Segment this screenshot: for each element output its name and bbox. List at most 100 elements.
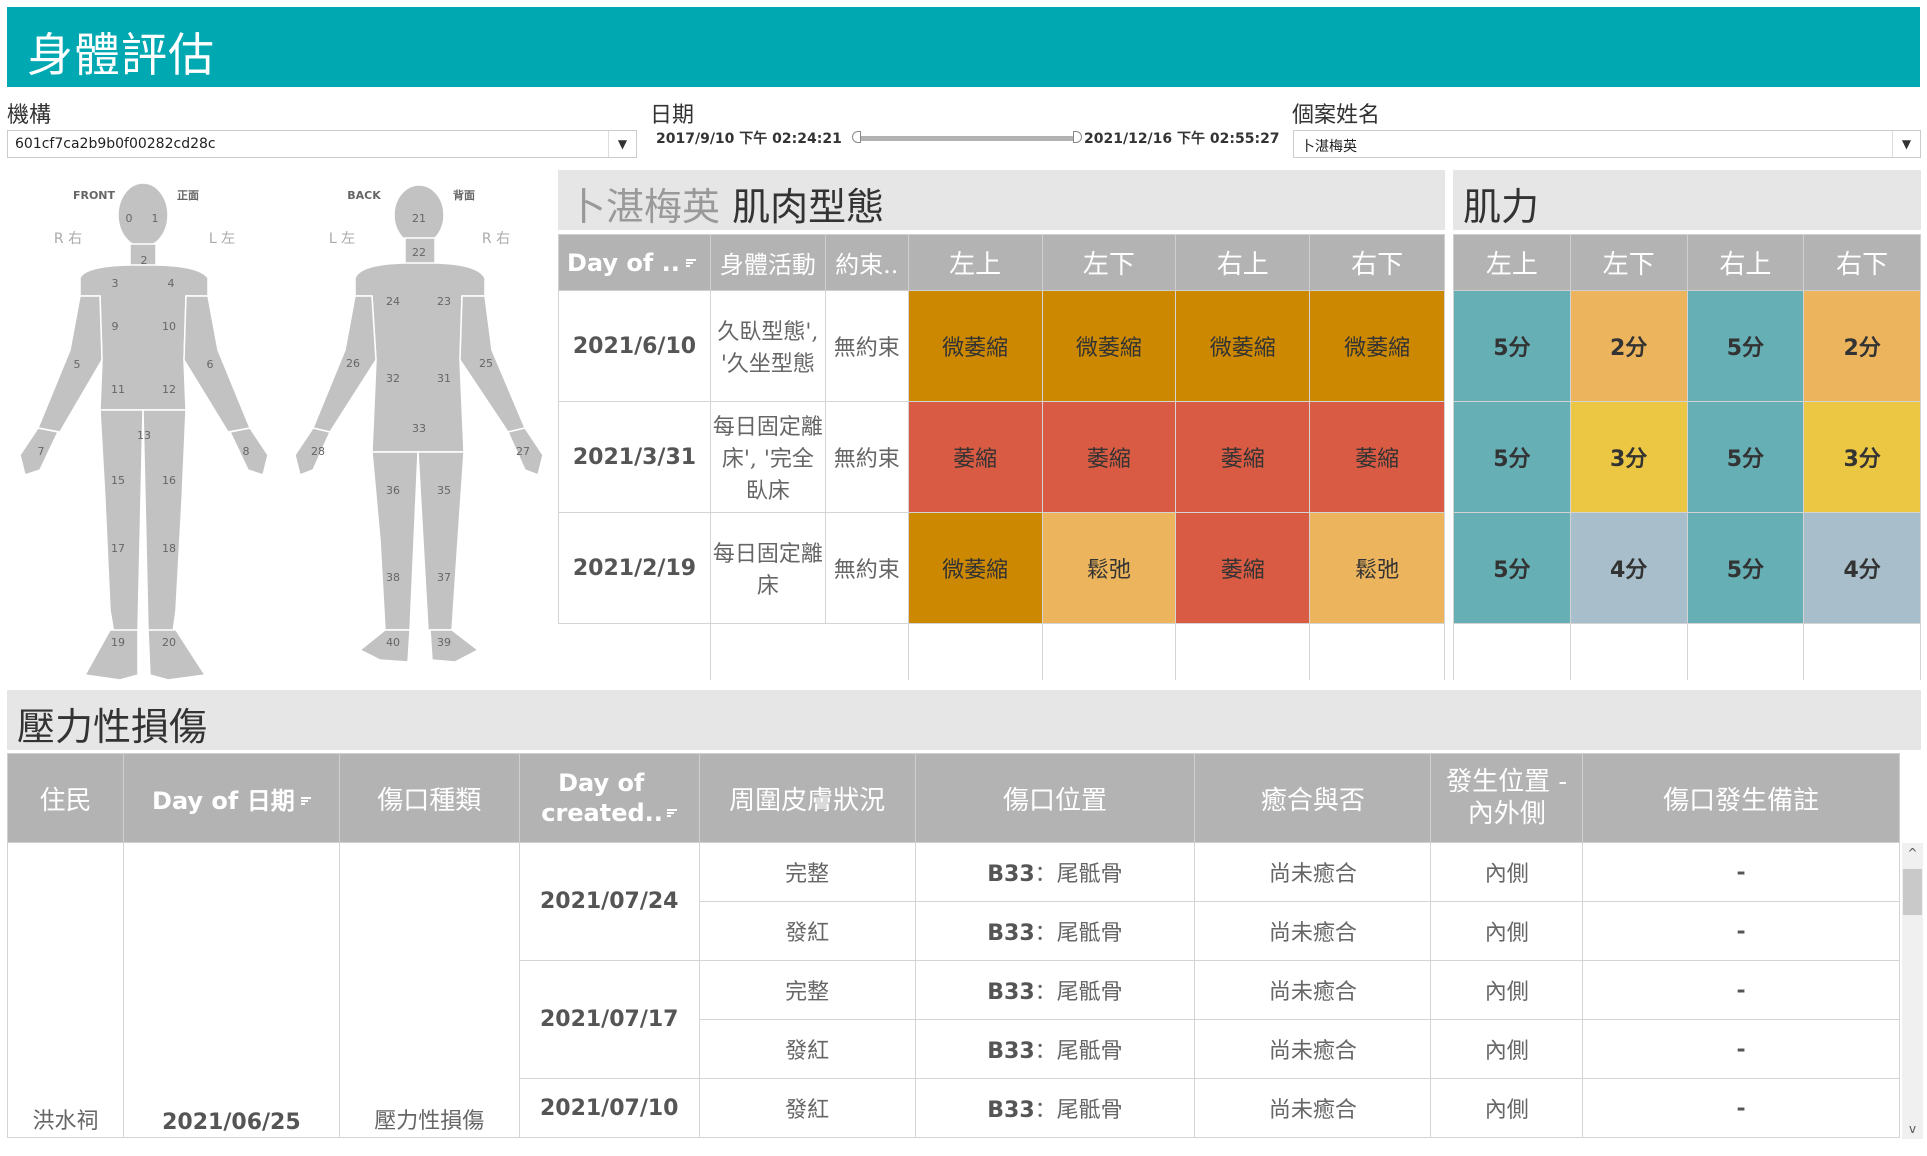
- slider-handle-start[interactable]: [852, 131, 861, 143]
- col-header-resident[interactable]: 住民: [7, 753, 124, 843]
- region-label: 17: [111, 542, 125, 555]
- col-header-lower-left[interactable]: 左下: [1041, 234, 1177, 291]
- slider-handle-end[interactable]: [1073, 131, 1082, 143]
- cell-side: 內側: [1430, 960, 1584, 1020]
- chevron-down-icon[interactable]: v: [1902, 1119, 1923, 1139]
- cell-wound-type: 壓力性損傷: [338, 842, 520, 1138]
- strength-panel-title: 肌力: [1453, 170, 1921, 230]
- col-header-upper-left[interactable]: 左上: [907, 234, 1043, 291]
- col-header-location[interactable]: 傷口位置: [914, 753, 1196, 843]
- back-title-zh: 背面: [453, 188, 475, 202]
- col-header-restraint[interactable]: 約束..: [824, 234, 909, 291]
- strength-cell: 5分: [1453, 401, 1571, 513]
- slider-track[interactable]: [857, 136, 1077, 141]
- cell-note: -: [1582, 842, 1900, 902]
- table-row-empty: [558, 623, 1445, 680]
- col-header-upper-right[interactable]: 右上: [1686, 234, 1805, 291]
- cell-skin: 完整: [698, 960, 916, 1020]
- region-label: 12: [162, 383, 176, 396]
- cell-healed: 尚未癒合: [1194, 960, 1432, 1020]
- cell-created: 2021/07/10: [518, 1078, 700, 1138]
- col-header-note[interactable]: 傷口發生備註: [1582, 753, 1900, 843]
- table-row: 2021/6/10 久臥型態', '久坐型態 無約束 微萎縮 微萎縮 微萎縮 微…: [558, 290, 1445, 402]
- region-label: 33: [412, 422, 426, 435]
- col-header-lower-left[interactable]: 左下: [1569, 234, 1688, 291]
- page-title: 身體評估: [27, 28, 215, 82]
- muscle-cell: 鬆弛: [1041, 512, 1177, 624]
- cell-note: -: [1582, 1019, 1900, 1079]
- row-restraint: 無約束: [824, 512, 909, 624]
- sort-icon[interactable]: [667, 809, 678, 819]
- region-label: 0: [126, 212, 133, 225]
- region-label: 21: [412, 212, 426, 225]
- muscle-cell: 萎縮: [1175, 512, 1311, 624]
- front-left-leg: [142, 409, 187, 642]
- muscle-cell: 微萎縮: [1309, 290, 1445, 402]
- date-start: 2017/9/10 下午 02:24:21: [656, 131, 842, 147]
- strength-cell: 4分: [1569, 512, 1688, 624]
- region-label: 10: [162, 320, 176, 333]
- sort-icon[interactable]: [300, 796, 311, 807]
- col-header-activity[interactable]: 身體活動: [709, 234, 826, 291]
- chevron-down-icon[interactable]: ▼: [608, 131, 636, 157]
- cell-skin: 發紅: [698, 901, 916, 961]
- col-header-skin[interactable]: 周圍皮膚狀況: [698, 753, 916, 843]
- cell-location: B33：尾骶骨: [914, 960, 1196, 1020]
- name-select[interactable]: 卜湛梅英 ▼: [1293, 130, 1921, 158]
- row-activity: 久臥型態', '久坐型態: [709, 290, 826, 402]
- cell-location: B33：尾骶骨: [914, 842, 1196, 902]
- region-label: 36: [386, 484, 400, 497]
- table-scrollbar[interactable]: ^ v: [1902, 843, 1923, 1139]
- cell-note: -: [1582, 960, 1900, 1020]
- col-header-upper-left[interactable]: 左上: [1453, 234, 1571, 291]
- strength-table: 左上 左下 右上 右下 5分 2分 5分 2分 5分 3分 5分 3分 5分 4…: [1453, 234, 1921, 680]
- front-right-leg: [99, 409, 144, 642]
- col-header-healed[interactable]: 癒合與否: [1194, 753, 1432, 843]
- cell-resident: 洪水祠: [7, 842, 124, 1138]
- sort-icon[interactable]: [685, 258, 696, 269]
- back-side-right: R 右: [482, 231, 510, 247]
- region-label: 40: [386, 636, 400, 649]
- scrollbar-thumb[interactable]: [1903, 869, 1922, 915]
- region-label: 2: [141, 254, 148, 267]
- muscle-cell: 微萎縮: [1041, 290, 1177, 402]
- col-header-lower-right[interactable]: 右下: [1309, 234, 1445, 291]
- row-date: 2021/3/31: [558, 401, 711, 513]
- cell-note: -: [1582, 901, 1900, 961]
- date-range-slider[interactable]: 2017/9/10 下午 02:24:21 2021/12/16 下午 02:5…: [652, 128, 1292, 150]
- table-row: 洪水祠 2021/06/25 壓力性損傷 2021/07/24 完整 B33：尾…: [7, 842, 1900, 1138]
- col-header-day[interactable]: Day of ..: [558, 234, 711, 291]
- region-label: 19: [111, 636, 125, 649]
- col-header-upper-right[interactable]: 右上: [1175, 234, 1311, 291]
- region-label: 4: [168, 277, 175, 290]
- body-map-front: FRONT 正面 R 右 L 左 0 1 2 3 4 5 6 7 8 9 10 …: [19, 182, 269, 681]
- muscle-cell: 微萎縮: [907, 512, 1043, 624]
- strength-cell: 2分: [1803, 290, 1921, 402]
- name-select-value: 卜湛梅英: [1301, 139, 1357, 155]
- strength-cell: 5分: [1453, 512, 1571, 624]
- chevron-down-icon[interactable]: ▼: [1892, 131, 1920, 157]
- region-label: 38: [386, 571, 400, 584]
- region-label: 37: [437, 571, 451, 584]
- org-select[interactable]: 601cf7ca2b9b0f00282cd28c ▼: [7, 130, 637, 158]
- col-header-side[interactable]: 發生位置 - 內外側: [1430, 753, 1584, 843]
- cell-note: -: [1582, 1078, 1900, 1138]
- page-header: 身體評估: [7, 7, 1920, 87]
- front-side-left: R 右: [54, 231, 82, 247]
- back-left-arm: [311, 295, 377, 433]
- body-map-back: BACK 背面 L 左 R 右 21 22 23 24 25 26 27 28 …: [294, 184, 544, 663]
- region-label: 1: [152, 212, 159, 225]
- chevron-up-icon[interactable]: ^: [1902, 843, 1923, 863]
- col-header-date[interactable]: Day of 日期: [122, 753, 340, 843]
- front-left-foot: [147, 629, 207, 681]
- date-end: 2021/12/16 下午 02:55:27: [1084, 131, 1280, 147]
- col-header-created[interactable]: Day of created..: [518, 753, 700, 843]
- front-right-arm: [36, 295, 103, 433]
- region-label: 3: [112, 277, 119, 290]
- muscle-cell: 微萎縮: [907, 290, 1043, 402]
- col-header-lower-right[interactable]: 右下: [1803, 234, 1921, 291]
- region-label: 24: [386, 295, 400, 308]
- col-header-wound-type[interactable]: 傷口種類: [338, 753, 520, 843]
- back-left-foot: [358, 629, 411, 663]
- cell-created: 2021/07/24: [518, 842, 700, 961]
